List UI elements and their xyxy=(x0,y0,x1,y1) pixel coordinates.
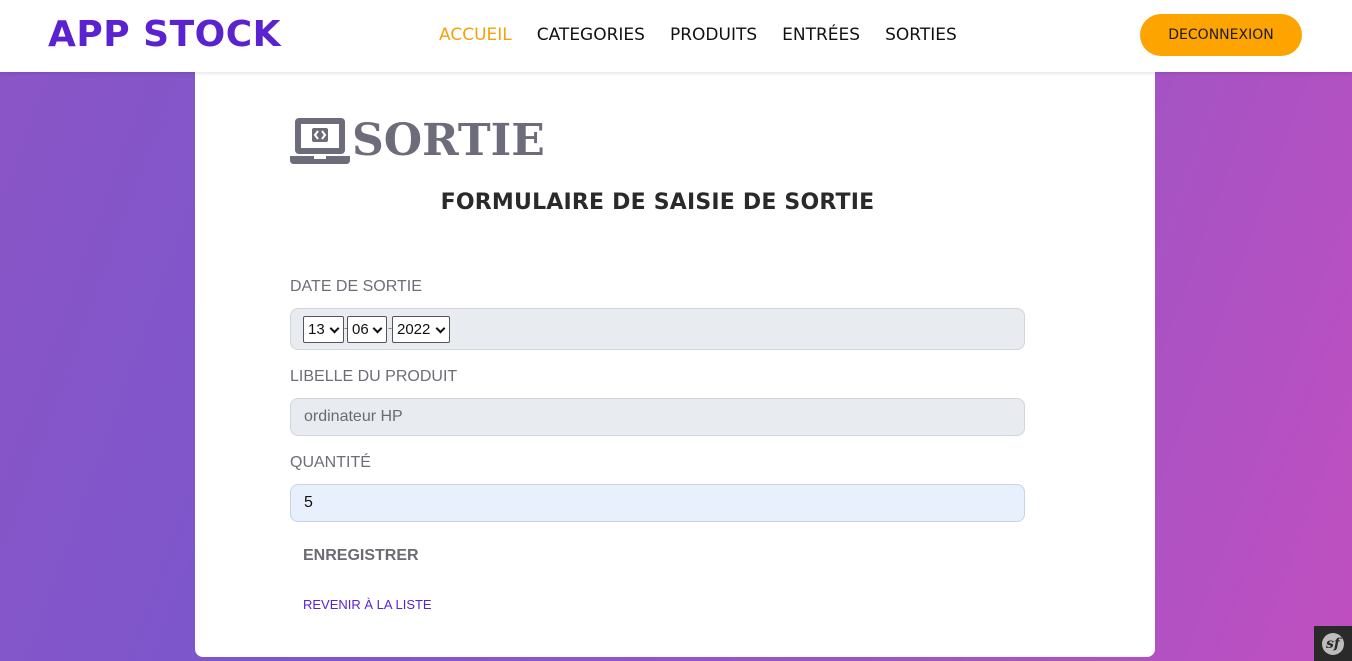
month-select[interactable]: 06 xyxy=(347,316,387,343)
form-title: FORMULAIRE DE SAISIE DE SORTIE xyxy=(440,190,875,215)
chevron-down-icon xyxy=(435,323,446,333)
nav-item-sorties[interactable]: SORTIES xyxy=(885,22,957,48)
month-value: 06 xyxy=(352,321,369,338)
nav-item-categories[interactable]: CATEGORIES xyxy=(537,22,645,48)
quantity-field[interactable]: 5 xyxy=(290,484,1025,522)
chevron-down-icon xyxy=(372,323,383,333)
brand-logo[interactable]: APP STOCK xyxy=(48,12,281,58)
back-to-list-link[interactable]: REVENIR À LA LISTE xyxy=(303,597,432,612)
logout-button[interactable]: DECONNEXION xyxy=(1140,14,1302,56)
page-title: SORTIE xyxy=(352,115,545,166)
year-select[interactable]: 2022 xyxy=(392,316,450,343)
year-value: 2022 xyxy=(397,321,431,338)
debug-toolbar-toggle[interactable]: sf xyxy=(1314,626,1352,661)
date-label: DATE DE SORTIE xyxy=(290,278,422,295)
nav-item-entrees[interactable]: ENTRÉES xyxy=(782,22,860,48)
day-value: 13 xyxy=(308,321,325,338)
day-select[interactable]: 13 xyxy=(303,316,344,343)
page-heading: SORTIE xyxy=(290,114,545,168)
save-button[interactable]: ENREGISTRER xyxy=(303,547,419,565)
quantity-label: QUANTITÉ xyxy=(290,454,371,471)
navbar: APP STOCK ACCUEIL CATEGORIES PRODUITS EN… xyxy=(0,0,1352,72)
laptop-code-icon xyxy=(290,118,350,164)
symfony-icon: sf xyxy=(1322,632,1344,655)
nav-item-accueil[interactable]: ACCUEIL xyxy=(439,22,512,48)
nav-item-produits[interactable]: PRODUITS xyxy=(670,22,757,48)
date-field: 13 - 06 - 2022 xyxy=(290,308,1025,350)
chevron-down-icon xyxy=(329,323,340,333)
product-field[interactable]: ordinateur HP xyxy=(290,398,1025,436)
product-label: LIBELLE DU PRODUIT xyxy=(290,368,458,385)
form-card: SORTIE FORMULAIRE DE SAISIE DE SORTIE DA… xyxy=(195,72,1155,657)
main-nav: ACCUEIL CATEGORIES PRODUITS ENTRÉES SORT… xyxy=(439,22,982,48)
